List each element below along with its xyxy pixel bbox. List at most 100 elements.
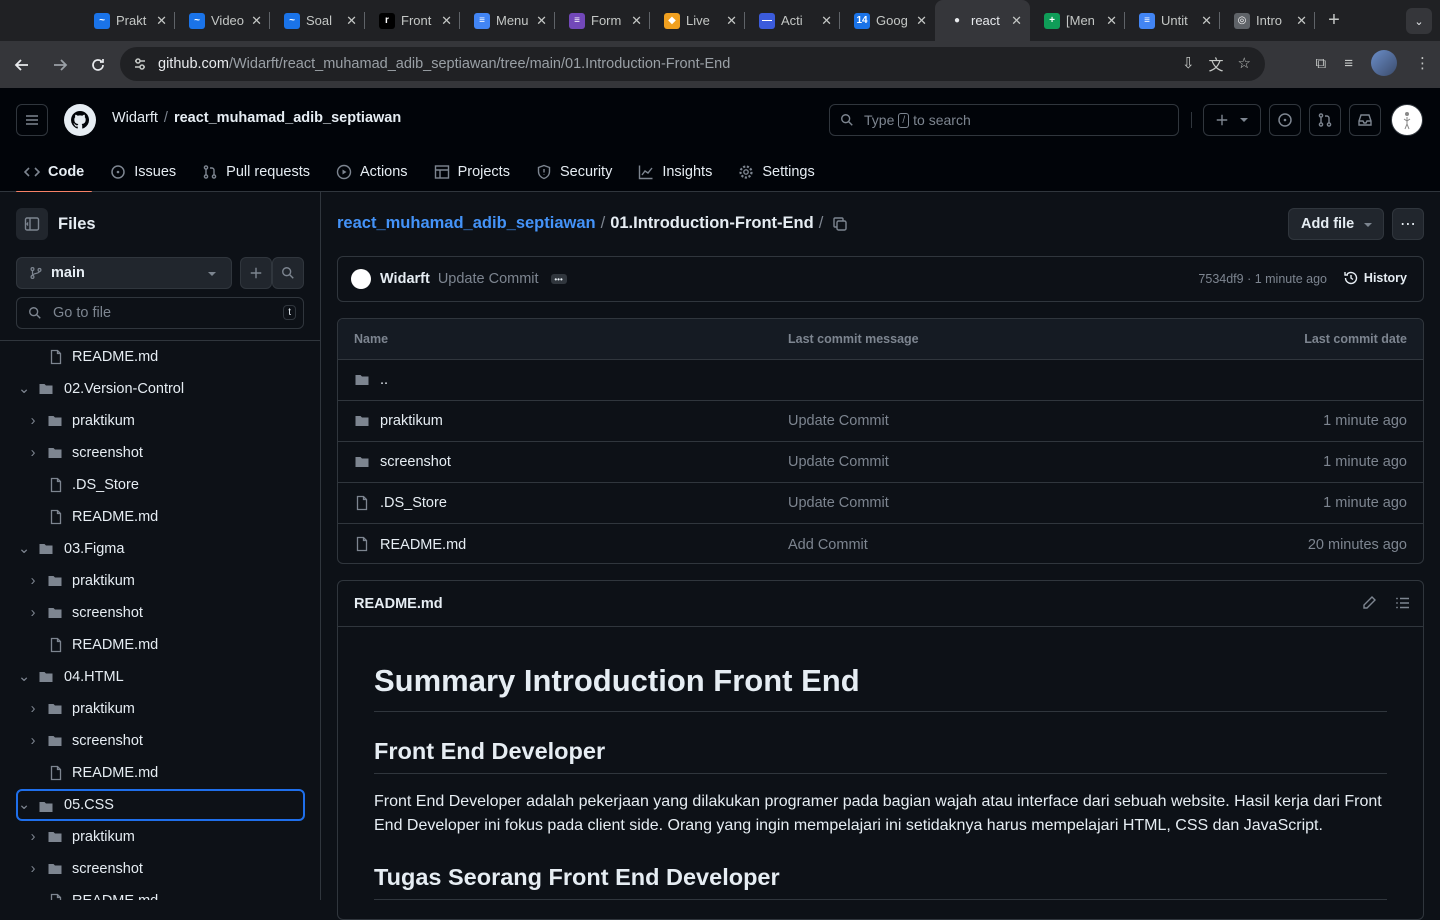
chevron-down-icon[interactable]: ⌄: [18, 669, 30, 685]
file-table-row[interactable]: .DS_Store Update Commit 1 minute ago: [338, 483, 1423, 524]
more-options-button[interactable]: ⋯: [1392, 208, 1424, 240]
browser-tab[interactable]: ~ Soal ✕: [270, 0, 365, 41]
history-button[interactable]: History: [1343, 270, 1407, 286]
browser-tab[interactable]: ≡ Untit ✕: [1125, 0, 1220, 41]
browser-tab[interactable]: ● react ✕: [935, 0, 1030, 41]
tree-folder-item[interactable]: › screenshot: [0, 853, 320, 885]
tab-settings[interactable]: Settings: [730, 152, 822, 192]
tab-projects[interactable]: Projects: [426, 152, 518, 192]
browser-tab[interactable]: ◎ Intro ✕: [1220, 0, 1315, 41]
browser-tab[interactable]: ~ Prakt ✕: [80, 0, 175, 41]
file-name-link[interactable]: screenshot: [380, 454, 451, 470]
tab-close-icon[interactable]: ✕: [1201, 13, 1212, 29]
tab-pull-requests[interactable]: Pull requests: [194, 152, 318, 192]
file-table-row[interactable]: praktikum Update Commit 1 minute ago: [338, 401, 1423, 442]
browser-tab[interactable]: 14 Goog ✕: [840, 0, 935, 41]
commit-author[interactable]: Widarft: [380, 271, 430, 287]
expand-commit-icon[interactable]: •••: [550, 274, 567, 284]
tab-close-icon[interactable]: ✕: [631, 13, 642, 29]
tab-close-icon[interactable]: ✕: [1011, 13, 1022, 29]
chevron-right-icon[interactable]: ›: [27, 573, 39, 589]
tab-close-icon[interactable]: ✕: [346, 13, 357, 29]
browser-tab[interactable]: + [Men ✕: [1030, 0, 1125, 41]
profile-avatar[interactable]: [1371, 50, 1397, 76]
bookmark-star-icon[interactable]: ☆: [1238, 54, 1251, 75]
file-table-row[interactable]: screenshot Update Commit 1 minute ago: [338, 442, 1423, 483]
browser-menu-icon[interactable]: ⋮: [1415, 54, 1430, 72]
tab-close-icon[interactable]: ✕: [251, 13, 262, 29]
github-logo-icon[interactable]: [64, 104, 96, 136]
file-commit-message[interactable]: Update Commit: [788, 495, 889, 511]
address-bar[interactable]: github.com/Widarft/react_muhamad_adib_se…: [120, 47, 1265, 81]
forward-button[interactable]: [42, 47, 78, 83]
browser-tab[interactable]: ≡ Menu ✕: [460, 0, 555, 41]
go-to-file-input[interactable]: Go to file t: [16, 297, 304, 329]
tab-insights[interactable]: Insights: [630, 152, 720, 192]
chevron-down-icon[interactable]: ⌄: [18, 797, 30, 813]
tab-security[interactable]: Security: [528, 152, 620, 192]
tab-close-icon[interactable]: ✕: [536, 13, 547, 29]
tab-close-icon[interactable]: ✕: [916, 13, 927, 29]
tab-close-icon[interactable]: ✕: [726, 13, 737, 29]
tree-folder-item[interactable]: › praktikum: [0, 565, 320, 597]
list-outline-icon[interactable]: [1395, 595, 1411, 611]
tree-file-item[interactable]: README.md: [0, 501, 320, 533]
user-avatar[interactable]: [1391, 104, 1423, 136]
tab-issues[interactable]: Issues: [102, 152, 184, 192]
tree-file-item[interactable]: README.md: [0, 885, 320, 900]
repo-link[interactable]: react_muhamad_adib_septiawan: [174, 110, 401, 126]
file-commit-message[interactable]: Update Commit: [788, 454, 889, 470]
tree-folder-item[interactable]: ⌄ 04.HTML: [0, 661, 320, 693]
tree-folder-item[interactable]: › screenshot: [0, 725, 320, 757]
pencil-icon[interactable]: [1361, 595, 1377, 611]
issues-button[interactable]: [1269, 104, 1301, 136]
inbox-button[interactable]: [1349, 104, 1381, 136]
file-commit-message[interactable]: Add Commit: [788, 537, 868, 553]
new-tab-button[interactable]: +: [1319, 9, 1349, 32]
browser-tab[interactable]: ◆ Live ✕: [650, 0, 745, 41]
tree-file-item[interactable]: README.md: [0, 757, 320, 789]
path-repo-link[interactable]: react_muhamad_adib_septiawan: [337, 214, 596, 233]
tab-search-button[interactable]: ⌄: [1406, 8, 1432, 34]
translate-icon[interactable]: 文: [1209, 54, 1224, 75]
tree-folder-item[interactable]: ⌄ 05.CSS: [16, 789, 305, 821]
extensions-icon[interactable]: ⧉: [1316, 55, 1327, 72]
chevron-down-icon[interactable]: ⌄: [18, 541, 30, 557]
chevron-down-icon[interactable]: ⌄: [18, 381, 30, 397]
owner-link[interactable]: Widarft: [112, 110, 158, 126]
create-new-button[interactable]: [1203, 104, 1261, 136]
commit-message[interactable]: Update Commit: [438, 271, 539, 287]
file-table-row[interactable]: README.md Add Commit 20 minutes ago: [338, 524, 1423, 563]
file-commit-message[interactable]: Update Commit: [788, 413, 889, 429]
tab-actions[interactable]: Actions: [328, 152, 416, 192]
tree-file-item[interactable]: .DS_Store: [0, 469, 320, 501]
file-name-link[interactable]: .DS_Store: [380, 495, 447, 511]
browser-tab[interactable]: — Acti ✕: [745, 0, 840, 41]
back-button[interactable]: [4, 47, 40, 83]
tree-folder-item[interactable]: ⌄ 02.Version-Control: [0, 373, 320, 405]
chevron-right-icon[interactable]: ›: [27, 605, 39, 621]
tree-file-item[interactable]: README.md: [0, 341, 320, 373]
add-file-sidebar-button[interactable]: [240, 257, 272, 289]
chevron-right-icon[interactable]: ›: [27, 861, 39, 877]
reload-button[interactable]: [80, 47, 116, 83]
tree-folder-item[interactable]: › praktikum: [0, 693, 320, 725]
tab-close-icon[interactable]: ✕: [1296, 13, 1307, 29]
browser-tab[interactable]: r Front ✕: [365, 0, 460, 41]
chevron-right-icon[interactable]: ›: [27, 445, 39, 461]
browser-tab[interactable]: ≡ Form ✕: [555, 0, 650, 41]
tree-folder-item[interactable]: › praktikum: [0, 405, 320, 437]
tree-folder-item[interactable]: ⌄ 03.Figma: [0, 533, 320, 565]
search-files-button[interactable]: [272, 257, 304, 289]
chevron-right-icon[interactable]: ›: [27, 413, 39, 429]
tree-folder-item[interactable]: › screenshot: [0, 437, 320, 469]
parent-directory-row[interactable]: ..: [338, 360, 1423, 401]
tree-folder-item[interactable]: › screenshot: [0, 597, 320, 629]
file-name-link[interactable]: praktikum: [380, 413, 443, 429]
tree-folder-item[interactable]: › praktikum: [0, 821, 320, 853]
chevron-right-icon[interactable]: ›: [27, 829, 39, 845]
tab-close-icon[interactable]: ✕: [441, 13, 452, 29]
install-app-icon[interactable]: ⇩: [1182, 54, 1195, 75]
tab-close-icon[interactable]: ✕: [821, 13, 832, 29]
add-file-button[interactable]: Add file: [1288, 208, 1384, 240]
